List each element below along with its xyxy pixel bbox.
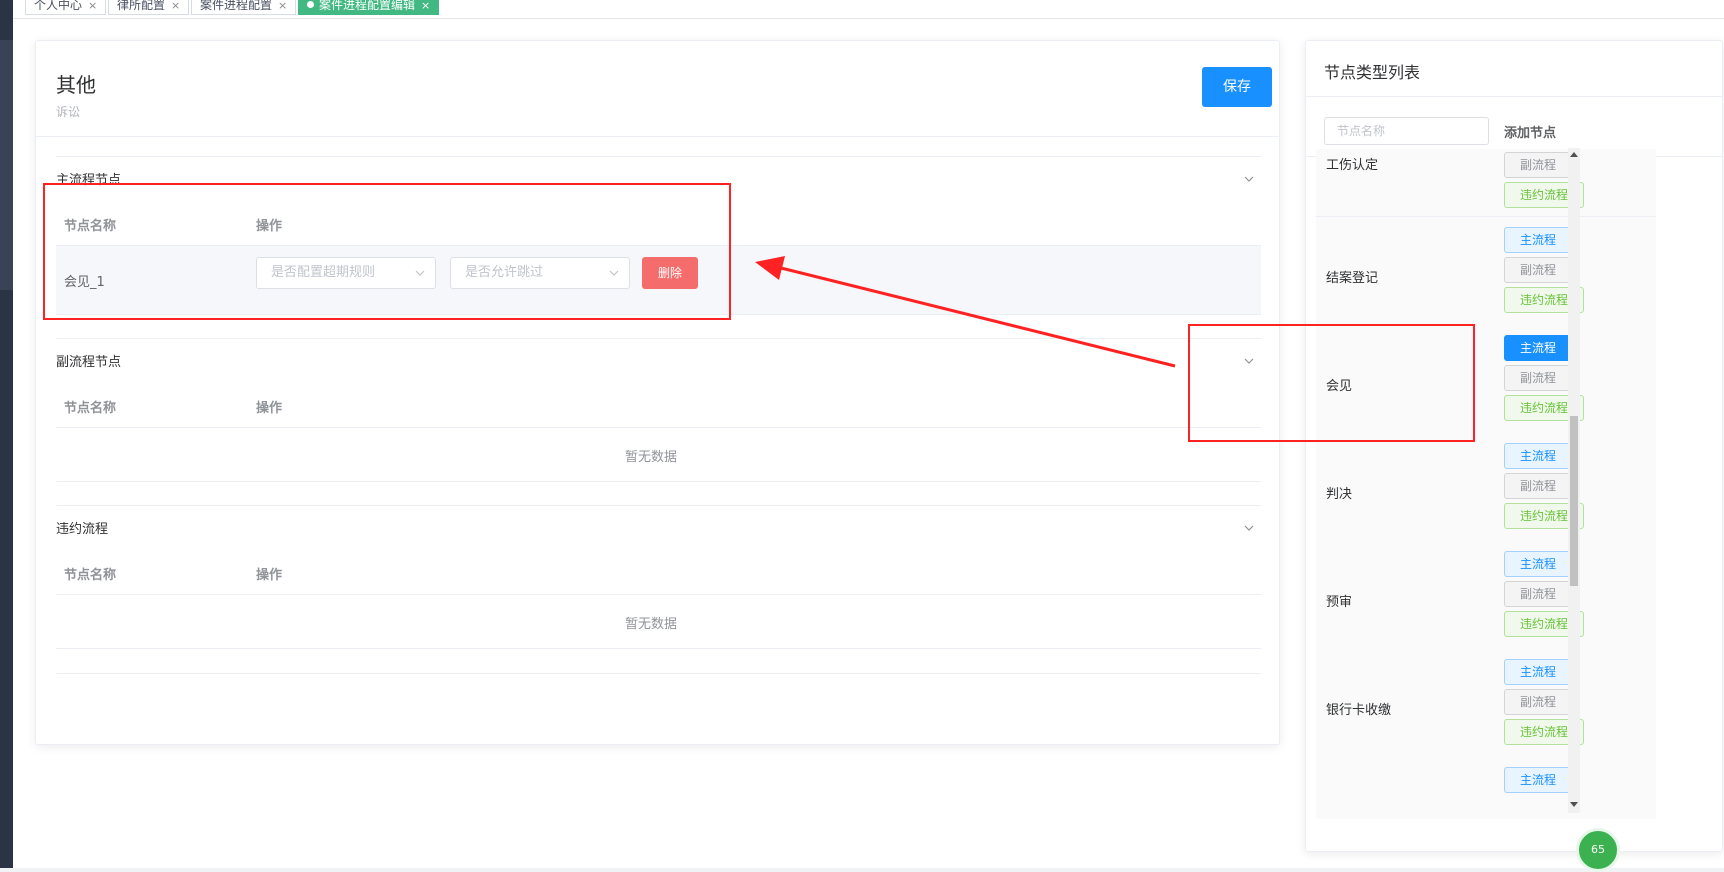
tab-label: 个人中心 (34, 0, 83, 12)
floating-badge[interactable]: 65 (1576, 828, 1620, 872)
tab-label: 律所配置 (117, 0, 166, 12)
divider (56, 594, 1261, 595)
add-main-flow-tag[interactable]: 主流程 (1504, 335, 1572, 361)
add-node-button[interactable]: 添加节点 (1504, 122, 1556, 141)
close-icon[interactable]: × (421, 0, 430, 12)
add-sub-flow-tag[interactable]: 副流程 (1504, 152, 1572, 178)
add-main-flow-tag[interactable]: 主流程 (1504, 551, 1572, 577)
column-header-name: 节点名称 (64, 568, 117, 583)
app-sidebar-edge (0, 0, 13, 868)
divider (36, 136, 1279, 137)
save-button[interactable]: 保存 (1202, 67, 1272, 107)
tab-case-process-edit[interactable]: 案件进程配置编辑 × (298, 0, 440, 15)
node-type-name: 工伤认定 (1326, 158, 1379, 173)
list-item: 银行卡收缴 主流程 副流程 违约流程 (1316, 649, 1656, 769)
column-header-name: 节点名称 (64, 401, 117, 416)
list-item: 工伤认定 副流程 违约流程 (1316, 149, 1656, 217)
empty-text: 暂无数据 (625, 617, 678, 632)
page-subtitle: 诉讼 (56, 105, 81, 119)
chevron-down-icon[interactable] (1243, 522, 1255, 534)
divider (56, 427, 1261, 428)
node-type-name: 判决 (1326, 487, 1353, 502)
column-header-action: 操作 (256, 401, 283, 416)
add-main-flow-tag[interactable]: 主流程 (1504, 227, 1572, 253)
list-item: 主流程 (1316, 757, 1656, 819)
divider (56, 156, 1261, 157)
active-dot-icon (307, 1, 314, 8)
tab-firm-config[interactable]: 律所配置 × (108, 0, 190, 15)
annotation-box-main-flow (43, 183, 731, 320)
divider (56, 673, 1261, 674)
close-icon[interactable]: × (88, 0, 97, 12)
add-sub-flow-tag[interactable]: 副流程 (1504, 473, 1572, 499)
page: 个人中心 × 律所配置 × 案件进程配置 × 案件进程配置编辑 × 其他 诉讼 保存 主… (13, 0, 1724, 872)
add-sub-flow-tag[interactable]: 副流程 (1504, 257, 1572, 283)
node-list-scrollbar[interactable] (1568, 148, 1580, 813)
tab-case-process-config[interactable]: 案件进程配置 × (191, 0, 297, 15)
close-icon[interactable]: × (171, 0, 180, 12)
tab-label: 案件进程配置编辑 (319, 0, 416, 12)
add-sub-flow-tag[interactable]: 副流程 (1504, 581, 1572, 607)
list-item: 判决 主流程 副流程 违约流程 (1316, 433, 1656, 553)
column-header-action: 操作 (256, 568, 283, 583)
node-type-name: 结案登记 (1326, 271, 1379, 286)
scroll-up-icon[interactable] (1570, 151, 1578, 159)
tab-personal-center[interactable]: 个人中心 × (25, 0, 107, 15)
divider (1306, 96, 1722, 97)
scrollbar-thumb[interactable] (1570, 416, 1578, 586)
list-item: 结案登记 主流程 副流程 违约流程 (1316, 217, 1656, 337)
breach-flow-section-title: 违约流程 (56, 522, 109, 537)
tab-bar: 个人中心 × 律所配置 × 案件进程配置 × 案件进程配置编辑 × (13, 0, 1724, 19)
tab-label: 案件进程配置 (200, 0, 273, 12)
add-sub-flow-tag[interactable]: 副流程 (1504, 689, 1572, 715)
scroll-down-icon[interactable] (1570, 800, 1578, 808)
divider (56, 648, 1261, 649)
page-title: 其他 (56, 73, 96, 97)
chevron-down-icon[interactable] (1243, 173, 1255, 185)
side-panel-title: 节点类型列表 (1324, 63, 1421, 82)
annotation-box-meeting-node (1188, 324, 1475, 442)
list-item: 预审 主流程 副流程 违约流程 (1316, 541, 1656, 661)
node-type-name: 预审 (1326, 595, 1353, 610)
close-icon[interactable]: × (278, 0, 287, 12)
node-type-list-card: 节点类型列表 节点名称 添加节点 工伤认定 副流程 违约流程 结案登记 主流程 … (1305, 40, 1723, 852)
node-type-name: 银行卡收缴 (1326, 703, 1392, 718)
empty-text: 暂无数据 (625, 450, 678, 465)
divider (56, 338, 1261, 339)
add-main-flow-tag[interactable]: 主流程 (1504, 443, 1572, 469)
divider (56, 505, 1261, 506)
node-name-search-input[interactable]: 节点名称 (1324, 117, 1489, 145)
process-config-card: 其他 诉讼 保存 主流程节点 节点名称 操作 会见_1 是否配置超期规则 是否允… (35, 40, 1280, 745)
add-sub-flow-tag[interactable]: 副流程 (1504, 365, 1572, 391)
node-type-list: 工伤认定 副流程 违约流程 结案登记 主流程 副流程 违约流程 会见 主流程 副… (1316, 149, 1656, 819)
add-main-flow-tag[interactable]: 主流程 (1504, 659, 1572, 685)
sub-flow-section-title: 副流程节点 (56, 355, 122, 370)
add-main-flow-tag[interactable]: 主流程 (1504, 767, 1572, 793)
divider (56, 481, 1261, 482)
